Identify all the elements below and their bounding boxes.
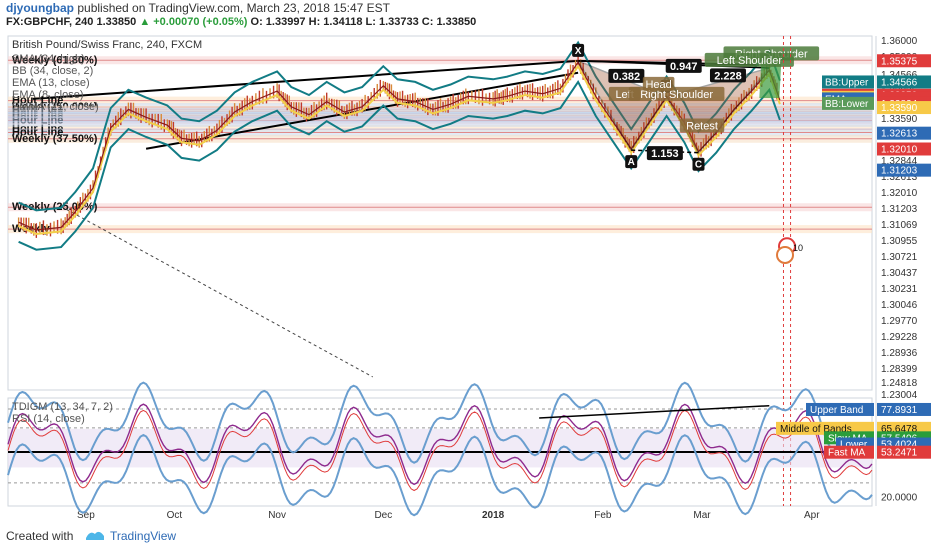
close-value: C: 1.33850 bbox=[421, 16, 477, 28]
time-tick-label: Dec bbox=[374, 510, 392, 521]
legend-item: EMA (8, close) bbox=[12, 89, 84, 101]
osc-legend-item: RSI (14, close) bbox=[12, 413, 85, 425]
osc-midzone bbox=[8, 428, 872, 468]
ratio-label: 2.228 bbox=[714, 70, 742, 82]
price-tick-label: 1.30231 bbox=[881, 284, 918, 295]
tradingview-logo-icon bbox=[86, 531, 104, 540]
publish-info: djyoungbap published on TradingView.com,… bbox=[6, 1, 390, 15]
osc-tick-label: 20.0000 bbox=[881, 493, 918, 504]
price-tick-label: 1.29770 bbox=[881, 316, 918, 327]
open-value: O: 1.33997 bbox=[250, 16, 306, 28]
annotation-label: Head bbox=[645, 79, 671, 91]
price-tick-label: 1.30046 bbox=[881, 300, 918, 311]
ratio-label: 1.153 bbox=[651, 148, 679, 160]
legend-item: EMA (13, close) bbox=[12, 77, 90, 89]
alert-icon bbox=[776, 245, 795, 264]
price-tick-label: 1.28399 bbox=[881, 364, 918, 375]
time-tick-label: Nov bbox=[268, 510, 286, 521]
price-tick-label: 1.23004 bbox=[881, 390, 918, 401]
time-tick-label: Feb bbox=[594, 510, 612, 521]
series-tag-label: BB:Upper bbox=[825, 77, 869, 88]
chart-title: British Pound/Swiss Franc, 240, FXCM bbox=[12, 39, 202, 51]
symbol-ohlc: FX:GBPCHF, 240 1.33850 ▲ +0.00070 (+0.05… bbox=[6, 16, 476, 28]
header-bar: djyoungbap published on TradingView.com,… bbox=[0, 0, 932, 30]
price-badge-label: 1.35375 bbox=[881, 56, 918, 67]
price-tick-label: 1.28936 bbox=[881, 348, 918, 359]
price-tick-label: 1.32010 bbox=[881, 188, 918, 199]
created-with-label: Created with bbox=[6, 529, 74, 543]
osc-value-label: 77.8931 bbox=[881, 405, 918, 416]
price-tick-label: 1.29228 bbox=[881, 332, 918, 343]
last-price: 1.33850 bbox=[96, 16, 137, 28]
time-tick-label: Oct bbox=[167, 510, 183, 521]
price-tick-label: 1.31069 bbox=[881, 220, 918, 231]
osc-series-tag-label: Fast MA bbox=[828, 448, 866, 459]
series-tag-label: BB:Lower bbox=[825, 99, 869, 110]
price-badge-label: 1.32010 bbox=[881, 144, 918, 155]
price-badge-label: 1.32613 bbox=[881, 129, 918, 140]
price-badge-label: 1.31203 bbox=[881, 166, 918, 177]
pattern-point-label: X bbox=[575, 46, 582, 57]
legend-item: BB (34, close, 2) bbox=[12, 65, 93, 77]
price-tick-label: 1.30955 bbox=[881, 236, 918, 247]
author-link[interactable]: djyoungbap bbox=[6, 1, 74, 15]
price-tick-label: 1.36000 bbox=[881, 36, 918, 47]
price-change: ▲ +0.00070 (+0.05%) bbox=[139, 16, 248, 28]
price-tick-label: 1.33590 bbox=[881, 114, 918, 125]
price-tick-label: 1.24818 bbox=[881, 378, 918, 389]
published-text: published on TradingView.com, March 23, … bbox=[77, 1, 390, 15]
legend-item: SMA (34, high) bbox=[12, 53, 85, 65]
legend-item: SMMA (21, close) bbox=[12, 101, 99, 113]
footer: Created with TradingView bbox=[0, 522, 932, 550]
price-badge-label: 1.34566 bbox=[881, 77, 918, 88]
annotation-label: Retest bbox=[686, 120, 718, 132]
low-value: L: 1.33733 bbox=[365, 16, 419, 28]
symbol-label: FX:GBPCHF, 240 bbox=[6, 16, 94, 28]
tradingview-link[interactable]: TradingView bbox=[110, 529, 176, 543]
osc-value-label: 53.2471 bbox=[881, 448, 918, 459]
osc-series-tag-label: Upper Band bbox=[810, 405, 863, 416]
level-label: Weekly (37.50%) bbox=[12, 133, 98, 145]
time-tick-label: Mar bbox=[693, 510, 711, 521]
pattern-point-label: A bbox=[628, 157, 635, 168]
pattern-point-label: C bbox=[695, 160, 702, 171]
annotation-label: Left Shoulder bbox=[717, 55, 783, 67]
price-tick-label: 1.30721 bbox=[881, 252, 918, 263]
time-tick-label: 2018 bbox=[482, 510, 505, 521]
high-value: H: 1.34118 bbox=[308, 16, 363, 28]
time-tick-label: Apr bbox=[804, 510, 820, 521]
price-tick-label: 1.30437 bbox=[881, 268, 918, 279]
price-badge-label: 1.33590 bbox=[881, 103, 918, 114]
prz-box bbox=[759, 61, 782, 98]
ratio-label: 0.947 bbox=[670, 61, 698, 73]
osc-legend-item: TDIGM (13, 34, 7, 2) bbox=[12, 401, 113, 413]
alert-count: 10 bbox=[793, 243, 803, 253]
ratio-label: 0.382 bbox=[613, 71, 641, 83]
price-chart[interactable]: Weekly (61.80%)Hour LineWeekly (50.00%)H… bbox=[0, 30, 932, 522]
price-tick-label: 1.31203 bbox=[881, 204, 918, 215]
